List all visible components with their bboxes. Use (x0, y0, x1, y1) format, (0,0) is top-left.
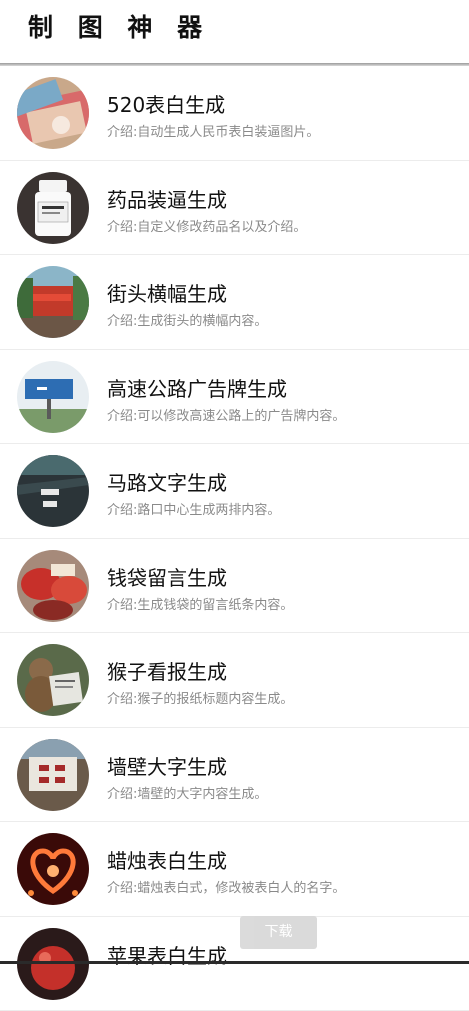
banknote-thumbnail (17, 77, 89, 149)
list-item-billboard[interactable]: 高速公路广告牌生成 介绍:可以修改高速公路上的广告牌内容。 (0, 350, 469, 445)
medicine-bottle-thumbnail (17, 172, 89, 244)
candle-heart-thumbnail (17, 833, 89, 905)
item-description: 介绍:自定义修改药品名以及介绍。 (107, 216, 306, 235)
item-description: 介绍:蜡烛表白式，修改被表白人的名字。 (107, 877, 345, 896)
item-title: 高速公路广告牌生成 (107, 373, 287, 402)
item-title: 猴子看报生成 (107, 656, 227, 685)
item-title: 苹果表白生成 (107, 940, 227, 969)
item-description: 介绍:生成钱袋的留言纸条内容。 (107, 594, 293, 613)
monkey-newspaper-thumbnail (17, 644, 89, 716)
list-item-wall-text[interactable]: 墙壁大字生成 介绍:墙壁的大字内容生成。 (0, 728, 469, 823)
item-description: 介绍:生成街头的横幅内容。 (107, 310, 267, 329)
download-button[interactable]: 下载 (240, 916, 317, 949)
list-item-street-banner[interactable]: 街头横幅生成 介绍:生成街头的横幅内容。 (0, 255, 469, 350)
list-item-monkey[interactable]: 猴子看报生成 介绍:猴子的报纸标题内容生成。 (0, 633, 469, 728)
item-title: 蜡烛表白生成 (107, 845, 227, 874)
street-banner-thumbnail (17, 266, 89, 338)
item-description: 介绍:可以修改高速公路上的广告牌内容。 (107, 405, 345, 424)
generator-list: 520表白生成 介绍:自动生成人民币表白装逼图片。 药品装逼生成 介绍:自定义修… (0, 66, 469, 1011)
item-title: 药品装逼生成 (107, 184, 227, 213)
list-item-medicine[interactable]: 药品装逼生成 介绍:自定义修改药品名以及介绍。 (0, 161, 469, 256)
item-title: 钱袋留言生成 (107, 562, 227, 591)
money-bag-thumbnail (17, 550, 89, 622)
list-item-520[interactable]: 520表白生成 介绍:自动生成人民币表白装逼图片。 (0, 66, 469, 161)
item-description: 介绍:自动生成人民币表白装逼图片。 (107, 121, 319, 140)
item-title: 520表白生成 (107, 89, 225, 118)
item-title: 街头横幅生成 (107, 278, 227, 307)
bottom-divider (0, 961, 469, 964)
item-description: 介绍:猴子的报纸标题内容生成。 (107, 688, 293, 707)
list-item-candle[interactable]: 蜡烛表白生成 介绍:蜡烛表白式，修改被表白人的名字。 (0, 822, 469, 917)
list-item-money-bag[interactable]: 钱袋留言生成 介绍:生成钱袋的留言纸条内容。 (0, 539, 469, 634)
item-description: 介绍:路口中心生成两排内容。 (107, 499, 280, 518)
item-title: 马路文字生成 (107, 467, 227, 496)
app-header: 制 图 神 器 (0, 0, 469, 64)
list-item-road-text[interactable]: 马路文字生成 介绍:路口中心生成两排内容。 (0, 444, 469, 539)
wall-text-thumbnail (17, 739, 89, 811)
road-text-thumbnail (17, 455, 89, 527)
billboard-thumbnail (17, 361, 89, 433)
item-title: 墙壁大字生成 (107, 751, 227, 780)
page-title: 制 图 神 器 (28, 8, 210, 44)
item-description: 介绍:墙壁的大字内容生成。 (107, 783, 267, 802)
